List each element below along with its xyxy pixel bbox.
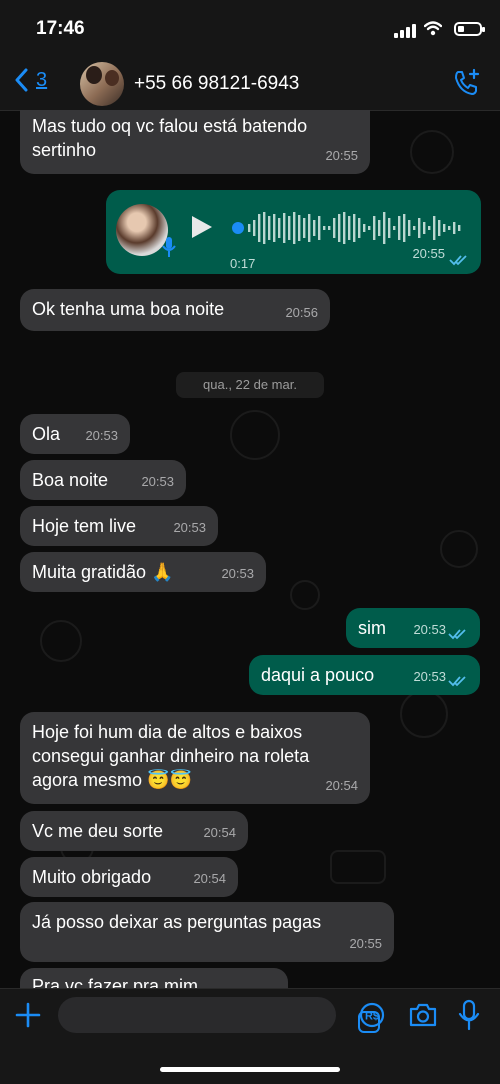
message-incoming[interactable]: Ola 20:53	[20, 414, 130, 454]
message-text: Hoje tem live	[32, 516, 137, 536]
message-text: daqui a pouco	[261, 665, 375, 685]
date-separator: qua., 22 de mar.	[176, 372, 324, 398]
message-time: 20:53	[413, 622, 446, 637]
message-text: Muita gratidão 🙏	[32, 562, 174, 582]
wifi-icon	[424, 21, 442, 36]
message-time: 20:53	[141, 474, 174, 489]
mic-icon	[162, 237, 176, 257]
message-text: sim	[358, 618, 386, 638]
message-text: Ok tenha uma boa noite	[32, 299, 225, 319]
status-time: 17:46	[36, 18, 85, 39]
message-incoming[interactable]: Hoje foi hum dia de altos e baixos conse…	[20, 712, 370, 804]
home-indicator[interactable]	[160, 1067, 340, 1072]
message-text: Pra vc fazer pra mim	[32, 976, 199, 988]
message-text: Hoje foi hum dia de altos e baixos conse…	[32, 722, 310, 790]
message-time: 20:56	[285, 305, 318, 320]
chat-header: 3 +55 66 98121-6943	[0, 56, 500, 111]
message-text: Vc me deu sorte	[32, 821, 164, 841]
message-text: Ola	[32, 424, 61, 444]
message-incoming[interactable]: Já posso deixar as perguntas pagas 20:55	[20, 902, 394, 962]
message-incoming[interactable]: Pra vc fazer pra mim	[20, 968, 288, 988]
battery-icon	[454, 22, 485, 36]
message-time: 20:53	[221, 566, 254, 581]
status-bar: 17:46	[0, 0, 500, 56]
message-text: Muito obrigado	[32, 867, 152, 887]
read-ticks-icon	[449, 255, 467, 266]
message-time: 20:54	[193, 871, 226, 886]
plus-icon[interactable]	[14, 1001, 42, 1029]
message-incoming[interactable]: Mas tudo oq vc falou está batendo sertin…	[20, 110, 370, 174]
message-time: 20:55	[349, 936, 382, 951]
voice-duration: 0:17	[230, 256, 256, 271]
message-outgoing[interactable]: sim 20:53	[346, 608, 480, 648]
message-incoming[interactable]: Hoje tem live 20:53	[20, 506, 218, 546]
read-ticks-icon	[448, 629, 466, 640]
message-text: Mas tudo oq vc falou está batendo sertin…	[32, 116, 308, 160]
message-time: 20:53	[85, 428, 118, 443]
voice-waveform[interactable]	[232, 210, 464, 246]
message-text: Já posso deixar as perguntas pagas	[32, 912, 322, 932]
message-incoming[interactable]: Boa noite 20:53	[20, 460, 186, 500]
read-ticks-icon	[448, 676, 466, 687]
svg-text:R$: R$	[365, 1011, 379, 1023]
message-time: 20:54	[325, 778, 358, 793]
play-icon[interactable]	[192, 216, 212, 238]
back-button[interactable]: 3	[14, 68, 47, 92]
message-time: 20:53	[413, 669, 446, 684]
message-incoming[interactable]: Muita gratidão 🙏 20:53	[20, 552, 266, 592]
call-add-icon[interactable]	[452, 68, 482, 98]
cellular-signal-icon	[394, 24, 418, 38]
message-incoming[interactable]: Muito obrigado 20:54	[20, 857, 238, 897]
contact-name[interactable]: +55 66 98121-6943	[134, 73, 299, 95]
back-chevron-icon	[15, 68, 28, 92]
camera-icon[interactable]	[408, 1001, 438, 1029]
message-time: 20:53	[173, 520, 206, 535]
payment-icon[interactable]: R$	[358, 1001, 386, 1029]
microphone-icon[interactable]	[458, 999, 480, 1031]
composer-bar: R$	[0, 988, 500, 1084]
message-text: Boa noite	[32, 470, 109, 490]
message-time: 20:54	[203, 825, 236, 840]
voice-message[interactable]: 0:17 20:55	[106, 190, 481, 274]
message-outgoing[interactable]: daqui a pouco 20:53	[249, 655, 480, 695]
message-time: 20:55	[325, 148, 358, 163]
voice-sender-avatar	[116, 204, 168, 256]
message-incoming[interactable]: Vc me deu sorte 20:54	[20, 811, 248, 851]
message-incoming[interactable]: Ok tenha uma boa noite 20:56	[20, 289, 330, 331]
message-time: 20:55	[412, 246, 445, 261]
contact-avatar[interactable]	[80, 62, 124, 106]
unread-count: 3	[36, 68, 48, 91]
message-input[interactable]	[58, 997, 380, 1033]
